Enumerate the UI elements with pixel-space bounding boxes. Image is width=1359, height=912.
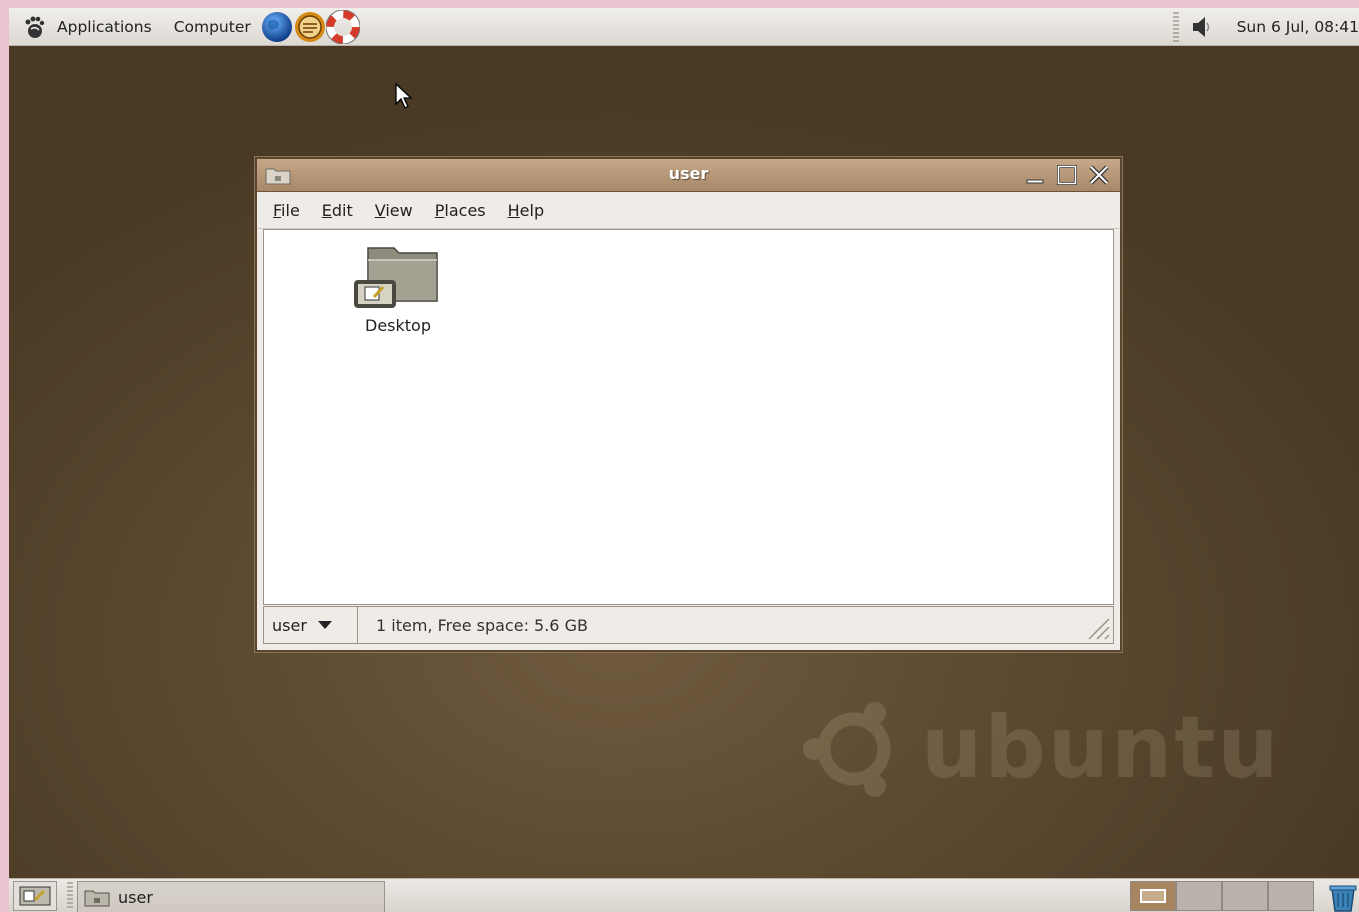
web-browser-launcher[interactable]	[260, 10, 294, 44]
file-item-label: Desktop	[365, 316, 431, 335]
location-value: user	[272, 615, 307, 635]
statusbar: user 1 item, Free space: 5.6 GB	[263, 606, 1114, 644]
panel-grip[interactable]	[1172, 11, 1179, 42]
show-desktop-button[interactable]	[13, 881, 57, 911]
desktop: Applications Computer Sun 6 Jul, 08:41 u…	[9, 8, 1359, 912]
menu-view[interactable]: View	[367, 201, 427, 220]
minimize-button[interactable]	[1023, 163, 1047, 187]
taskbar-item-user[interactable]: user	[77, 881, 385, 912]
file-manager-window: user File Edit View Places Help Desktop …	[255, 157, 1122, 652]
folder-icon	[84, 890, 110, 907]
workspace-switcher	[1130, 881, 1314, 911]
workspace-4[interactable]	[1268, 881, 1314, 911]
mail-stamp-icon	[294, 11, 325, 42]
window-title: user	[668, 164, 709, 183]
workspace-3[interactable]	[1222, 881, 1268, 911]
mail-launcher[interactable]	[293, 10, 327, 44]
file-view[interactable]: Desktop	[263, 229, 1114, 605]
workspace-2[interactable]	[1176, 881, 1222, 911]
ubuntu-watermark: ubuntu	[921, 698, 1281, 798]
chevron-down-icon	[317, 621, 332, 629]
help-launcher[interactable]	[325, 9, 360, 44]
close-icon	[1089, 165, 1109, 185]
file-item-desktop[interactable]: Desktop	[348, 244, 448, 335]
panel-grip[interactable]	[67, 882, 73, 910]
menu-help[interactable]: Help	[500, 201, 558, 220]
volume-icon[interactable]	[1189, 14, 1215, 40]
ubuntu-logo-icon	[803, 702, 891, 797]
top-panel: Applications Computer Sun 6 Jul, 08:41	[9, 8, 1359, 46]
show-desktop-icon	[19, 886, 51, 906]
location-dropdown[interactable]: user	[264, 607, 358, 643]
lifebuoy-icon	[325, 9, 360, 44]
status-text: 1 item, Free space: 5.6 GB	[376, 615, 588, 635]
maximize-icon	[1057, 165, 1077, 185]
taskbar-item-label: user	[118, 887, 153, 907]
close-button[interactable]	[1087, 163, 1111, 187]
applications-menu[interactable]: Applications	[47, 8, 162, 45]
window-titlebar[interactable]: user	[257, 159, 1120, 192]
menu-places[interactable]: Places	[427, 201, 500, 220]
gnome-foot-icon[interactable]	[21, 14, 47, 40]
clock[interactable]: Sun 6 Jul, 08:41	[1215, 18, 1359, 36]
menu-file[interactable]: File	[265, 201, 314, 220]
bottom-panel: user	[9, 878, 1359, 912]
applications-label: Applications	[57, 17, 152, 36]
folder-desktop-icon	[354, 247, 438, 308]
minimize-icon	[1026, 179, 1044, 184]
mouse-pointer-icon	[395, 82, 413, 109]
workspace-1[interactable]	[1130, 881, 1176, 911]
menu-edit[interactable]: Edit	[314, 201, 367, 220]
computer-menu[interactable]: Computer	[162, 8, 261, 45]
maximize-button[interactable]	[1055, 163, 1079, 187]
globe-icon	[261, 11, 292, 42]
menubar: File Edit View Places Help	[257, 192, 1120, 229]
trash-icon[interactable]	[1327, 881, 1359, 912]
resize-grip-icon[interactable]	[1083, 613, 1111, 641]
computer-label: Computer	[173, 17, 251, 36]
notification-area: Sun 6 Jul, 08:41	[1172, 8, 1359, 45]
